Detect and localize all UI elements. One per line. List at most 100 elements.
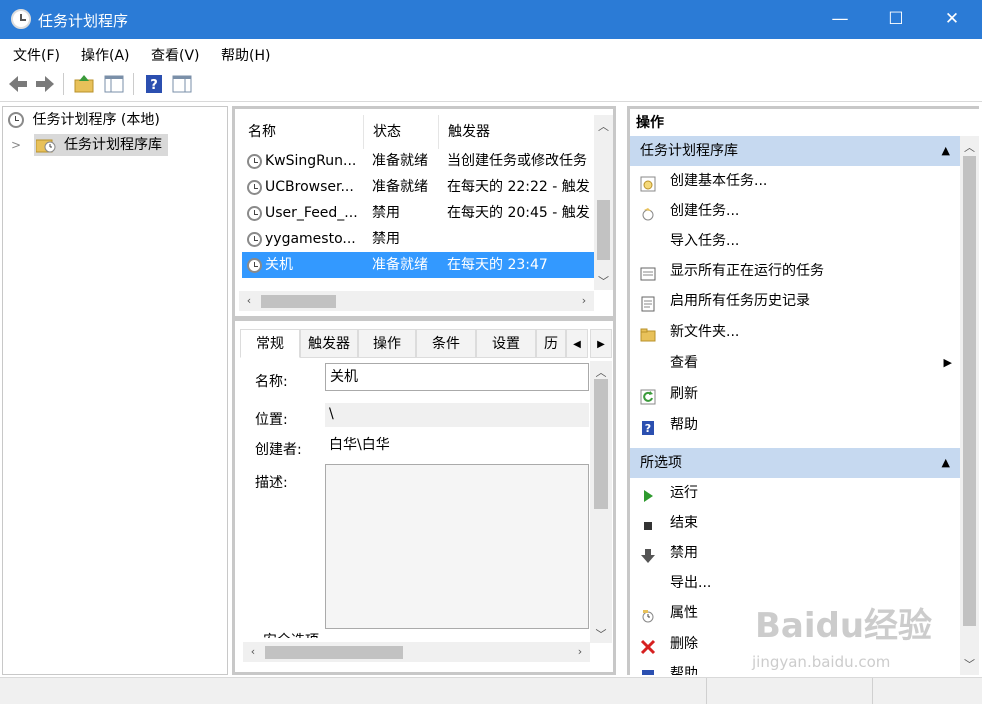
action-create-basic-task[interactable]: 创建基本任务... [630, 166, 960, 196]
action-export[interactable]: 导出... [630, 568, 960, 598]
list-horizontal-scrollbar[interactable]: ‹ › [239, 291, 594, 311]
running-tasks-icon [640, 263, 656, 281]
column-header-status[interactable]: 状态 [364, 115, 439, 149]
action-refresh[interactable]: 刷新 [630, 379, 960, 409]
collapse-icon[interactable]: ▲ [942, 448, 950, 478]
baidu-jingyan-watermark: Baidu经验 [755, 606, 933, 646]
name-field[interactable]: 关机 [325, 363, 589, 391]
list-vertical-scrollbar[interactable]: ︿ ﹀ [594, 115, 613, 290]
author-value: 白华\白华 [329, 437, 390, 453]
location-value: \ [325, 403, 589, 427]
help-icon[interactable]: ? [143, 73, 165, 95]
scroll-left-icon[interactable]: ‹ [241, 294, 257, 307]
clock-icon [8, 112, 24, 128]
help-icon [640, 666, 656, 675]
action-help[interactable]: ? 帮助 [630, 410, 960, 440]
up-folder-icon[interactable] [73, 73, 95, 95]
svg-text:?: ? [645, 422, 651, 435]
clock-icon [247, 231, 262, 247]
task-name: UCBrowser... [265, 179, 354, 195]
section-header-library[interactable]: 任务计划程序库 ▲ [630, 136, 960, 166]
task-row[interactable]: yygamesto... 禁用 [242, 226, 594, 252]
scroll-thumb[interactable] [261, 295, 336, 308]
back-arrow-icon[interactable] [7, 73, 29, 95]
create-task-icon [640, 203, 656, 221]
task-status: 准备就绪 [372, 179, 428, 195]
scroll-thumb[interactable] [963, 156, 976, 626]
toolbar: ? [0, 67, 982, 102]
tree-item-library[interactable]: > 任务计划程序库 [11, 134, 168, 156]
author-label: 创建者: [255, 442, 302, 458]
menu-view[interactable]: 查看(V) [151, 45, 200, 65]
action-end[interactable]: 结束 [630, 508, 960, 538]
task-status: 准备就绪 [372, 257, 428, 273]
scroll-thumb[interactable] [594, 379, 608, 509]
scroll-right-icon[interactable]: › [576, 294, 592, 307]
action-disable[interactable]: 禁用 [630, 538, 960, 568]
action-enable-history[interactable]: 启用所有任务历史记录 [630, 286, 960, 316]
task-details: 常规 触发器 操作 条件 设置 历 ◀ ▶ 名称: 关机 位置: \ 创建者: … [232, 318, 616, 675]
show-hide-console-tree-icon[interactable] [103, 73, 125, 95]
window-title: 任务计划程序 [38, 12, 129, 30]
column-header-trigger[interactable]: 触发器 [439, 115, 594, 149]
task-name: KwSingRun... [265, 153, 357, 169]
scroll-up-icon[interactable]: ︿ [590, 364, 612, 380]
action-run[interactable]: 运行 [630, 478, 960, 508]
column-header-name[interactable]: 名称 [239, 115, 364, 149]
task-trigger: 在每天的 22:22 - 触发 [447, 179, 590, 195]
action-create-task[interactable]: 创建任务... [630, 196, 960, 226]
details-horizontal-scrollbar[interactable]: ‹ › [243, 642, 590, 662]
tab-general[interactable]: 常规 [240, 329, 300, 358]
scroll-thumb[interactable] [597, 200, 610, 260]
maximize-button[interactable]: ☐ [868, 0, 924, 39]
clock-icon [247, 205, 262, 221]
action-view-menu[interactable]: 查看 ▶ [630, 348, 960, 378]
task-row[interactable]: User_Feed_... 禁用 在每天的 20:45 - 触发 [242, 200, 594, 226]
svg-text:?: ? [150, 78, 158, 93]
collapse-icon[interactable]: ▲ [942, 136, 950, 166]
task-list: 名称 状态 触发器 KwSingRun... 准备就绪 当创建任务或修改任务 U… [232, 106, 616, 319]
action-label: 导出... [670, 575, 712, 591]
scroll-right-icon[interactable]: › [572, 645, 588, 658]
scroll-down-icon[interactable]: ﹀ [960, 656, 979, 672]
menu-action[interactable]: 操作(A) [81, 45, 130, 65]
tree-item-local[interactable]: 任务计划程序 (本地) [8, 109, 160, 131]
forward-arrow-icon[interactable] [34, 73, 56, 95]
submenu-arrow-icon: ▶ [943, 356, 952, 369]
tree-item-label: 任务计划程序 (本地) [32, 112, 160, 128]
tab-history[interactable]: 历 [536, 329, 566, 358]
scroll-thumb[interactable] [265, 646, 403, 659]
task-row[interactable]: KwSingRun... 准备就绪 当创建任务或修改任务 [242, 148, 594, 174]
actions-pane: 操作 任务计划程序库 ▲ 创建基本任务... 创建任务... 导入任务... 显… [627, 106, 979, 675]
tab-settings[interactable]: 设置 [476, 329, 536, 358]
scroll-down-icon[interactable]: ﹀ [590, 626, 612, 642]
description-field[interactable] [325, 464, 589, 629]
menu-file[interactable]: 文件(F) [13, 45, 60, 65]
close-button[interactable]: ✕ [924, 0, 980, 39]
details-vertical-scrollbar[interactable]: ︿ ﹀ [590, 361, 612, 643]
task-status: 准备就绪 [372, 153, 428, 169]
action-import-task[interactable]: 导入任务... [630, 226, 960, 256]
tab-scroll-left-icon[interactable]: ◀ [566, 329, 588, 358]
task-row-selected[interactable]: 关机 准备就绪 在每天的 23:47 [242, 252, 594, 278]
scroll-up-icon[interactable]: ︿ [960, 139, 979, 155]
task-row[interactable]: UCBrowser... 准备就绪 在每天的 22:22 - 触发 [242, 174, 594, 200]
tree-expander-icon[interactable]: > [11, 138, 21, 152]
show-hide-action-pane-icon[interactable] [171, 73, 193, 95]
minimize-button[interactable]: — [812, 0, 868, 39]
tab-actions[interactable]: 操作 [358, 329, 416, 358]
scroll-left-icon[interactable]: ‹ [245, 645, 261, 658]
scroll-up-icon[interactable]: ︿ [594, 118, 613, 134]
stop-icon [640, 515, 656, 531]
actions-vertical-scrollbar[interactable]: ︿ ﹀ [960, 136, 979, 675]
section-header-selected-item[interactable]: 所选项 ▲ [630, 448, 960, 478]
action-new-folder[interactable]: 新文件夹... [630, 317, 960, 347]
tab-scroll-right-icon[interactable]: ▶ [590, 329, 612, 358]
menu-help[interactable]: 帮助(H) [221, 45, 270, 65]
help-icon: ? [640, 417, 656, 435]
actions-title: 操作 [630, 106, 979, 136]
tab-triggers[interactable]: 触发器 [300, 329, 358, 358]
tab-conditions[interactable]: 条件 [416, 329, 476, 358]
action-show-running-tasks[interactable]: 显示所有正在运行的任务 [630, 256, 960, 286]
scroll-down-icon[interactable]: ﹀ [594, 273, 613, 289]
